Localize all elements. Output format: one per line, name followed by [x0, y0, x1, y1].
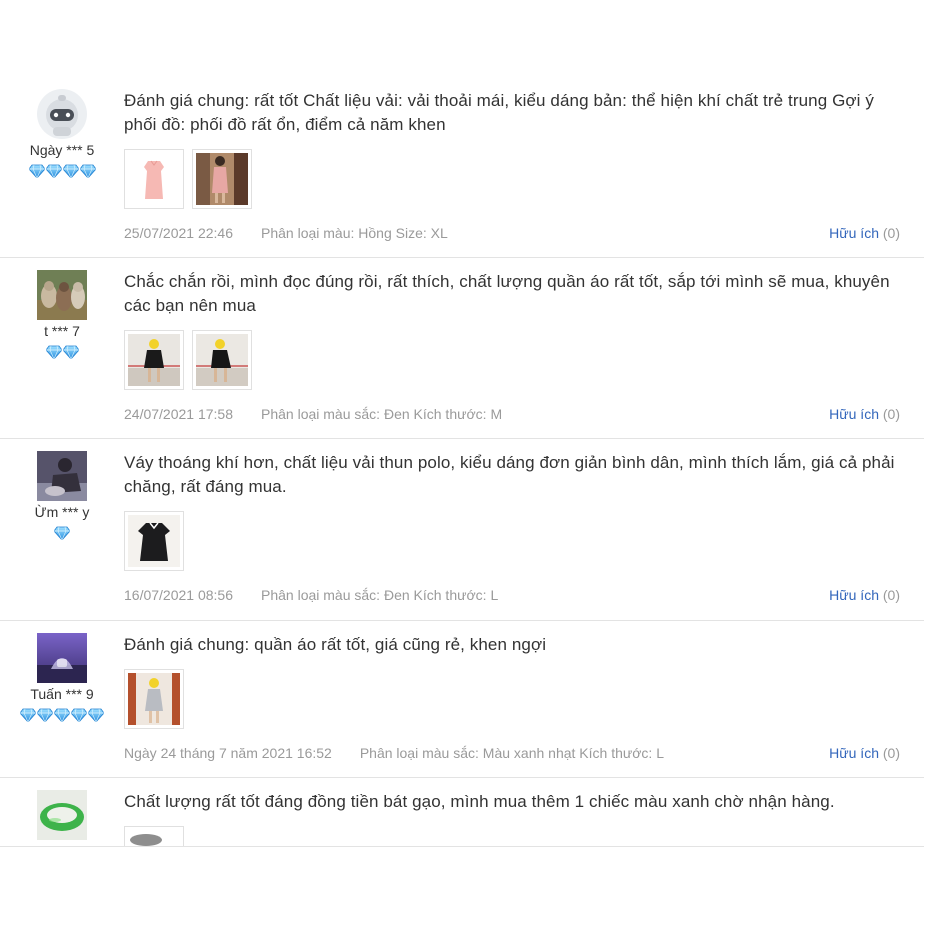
review-text: Đánh giá chung: rất tốt Chất liệu vải: v… — [124, 91, 874, 134]
helpful-button[interactable]: Hữu ích (0) — [829, 587, 900, 603]
review-text: Váy thoáng khí hơn, chất liệu vải thun p… — [124, 453, 895, 496]
review-text: Chất lượng rất tốt đáng đồng tiền bát gạ… — [124, 792, 835, 811]
diamond-icon — [20, 708, 36, 722]
review-text: Đánh giá chung: quần áo rất tốt, giá cũn… — [124, 635, 547, 654]
review-content: Đánh giá chung: quần áo rất tốt, giá cũn… — [124, 633, 908, 729]
helpful-button[interactable]: Hữu ích (0) — [829, 225, 900, 241]
robot-avatar[interactable] — [37, 89, 87, 139]
dogs-avatar[interactable] — [37, 270, 87, 320]
review-text: Chắc chắn rồi, mình đọc đúng rồi, rất th… — [124, 272, 890, 315]
diamond-icon — [63, 164, 79, 178]
review-item: Chất lượng rất tốt đáng đồng tiền bát gạ… — [0, 778, 924, 846]
reviewer-rank-gems — [0, 345, 124, 361]
reviewer-rank-gems — [0, 164, 124, 180]
review-user: Ừm *** y — [0, 451, 124, 542]
black-dress-flat-photo[interactable] — [124, 511, 184, 571]
review-item: Ừm *** y Váy thoáng khí hơn, chất liệu v… — [0, 439, 924, 621]
review-meta: 16/07/2021 08:56 Phân loại màu sắc: Đen … — [124, 587, 900, 603]
review-list: Ngày *** 5 Đánh giá chung: rất tốt Chất … — [0, 77, 924, 847]
helpful-label: Hữu ích — [829, 745, 879, 761]
review-content: Đánh giá chung: rất tốt Chất liệu vải: v… — [124, 89, 908, 209]
review-images — [124, 511, 908, 571]
reviewer-name: Ừm *** y — [34, 504, 90, 520]
review-images — [124, 330, 908, 390]
helpful-label: Hữu ích — [829, 406, 879, 422]
review-date: 24/07/2021 17:58 — [124, 406, 233, 422]
review-item: Tuấn *** 9 Đánh giá chung: quần áo rất t… — [0, 621, 924, 778]
person-avatar[interactable] — [37, 451, 87, 501]
reviewer-name: Tuấn *** 9 — [30, 686, 94, 702]
review-variant: Phân loại màu: Hồng Size: XL — [261, 225, 448, 241]
reviewer-name: Ngày *** 5 — [29, 142, 95, 158]
helpful-label: Hữu ích — [829, 587, 879, 603]
reviewer-name: t *** 7 — [44, 323, 80, 339]
diamond-icon — [80, 164, 96, 178]
review-user — [0, 790, 124, 842]
review-date: 16/07/2021 08:56 — [124, 587, 233, 603]
helpful-count: (0) — [882, 745, 900, 761]
review-user: Ngày *** 5 — [0, 89, 124, 180]
diamond-icon — [46, 164, 62, 178]
purple-avatar[interactable] — [37, 633, 87, 683]
reviewer-rank-gems — [0, 708, 124, 724]
review-variant: Phân loại màu sắc: Màu xanh nhạt Kích th… — [359, 745, 664, 761]
review-date: 25/07/2021 22:46 — [124, 225, 233, 241]
helpful-label: Hữu ích — [829, 225, 879, 241]
review-user: Tuấn *** 9 — [0, 633, 124, 724]
helpful-count: (0) — [882, 406, 900, 422]
helpful-button[interactable]: Hữu ích (0) — [829, 745, 900, 761]
review-user: t *** 7 — [0, 270, 124, 361]
review-meta: 25/07/2021 22:46 Phân loại màu: Hồng Siz… — [124, 225, 900, 241]
review-variant: Phân loại màu sắc: Đen Kích thước: M — [261, 406, 503, 422]
diamond-icon — [71, 708, 87, 722]
pink-dress-worn-photo[interactable] — [192, 149, 252, 209]
jade-bracelet-avatar[interactable] — [37, 790, 87, 840]
grey-dress-worn-photo[interactable] — [124, 669, 184, 729]
review-content: Chắc chắn rồi, mình đọc đúng rồi, rất th… — [124, 270, 908, 390]
review-images — [124, 826, 908, 846]
diamond-icon — [88, 708, 104, 722]
diamond-icon — [37, 708, 53, 722]
review-meta: 24/07/2021 17:58 Phân loại màu sắc: Đen … — [124, 406, 900, 422]
helpful-count: (0) — [882, 587, 900, 603]
reviewer-rank-gems — [0, 526, 124, 542]
review-item: t *** 7 Chắc chắn rồi, mình đọc đúng rồi… — [0, 258, 924, 439]
diamond-icon — [29, 164, 45, 178]
partial-photo[interactable] — [124, 826, 184, 846]
review-variant: Phân loại màu sắc: Đen Kích thước: L — [261, 587, 499, 603]
black-dress-worn-photo-1[interactable] — [124, 330, 184, 390]
review-content: Váy thoáng khí hơn, chất liệu vải thun p… — [124, 451, 908, 571]
diamond-icon — [54, 708, 70, 722]
review-images — [124, 149, 908, 209]
review-images — [124, 669, 908, 729]
helpful-count: (0) — [882, 225, 900, 241]
review-item: Ngày *** 5 Đánh giá chung: rất tốt Chất … — [0, 77, 924, 258]
helpful-button[interactable]: Hữu ích (0) — [829, 406, 900, 422]
pink-dress-photo[interactable] — [124, 149, 184, 209]
review-date: Ngày 24 tháng 7 năm 2021 16:52 — [124, 745, 332, 761]
diamond-icon — [54, 526, 70, 540]
review-meta: Ngày 24 tháng 7 năm 2021 16:52 Phân loại… — [124, 745, 900, 761]
diamond-icon — [63, 345, 79, 359]
diamond-icon — [46, 345, 62, 359]
review-content: Chất lượng rất tốt đáng đồng tiền bát gạ… — [124, 790, 908, 846]
black-dress-worn-photo-2[interactable] — [192, 330, 252, 390]
